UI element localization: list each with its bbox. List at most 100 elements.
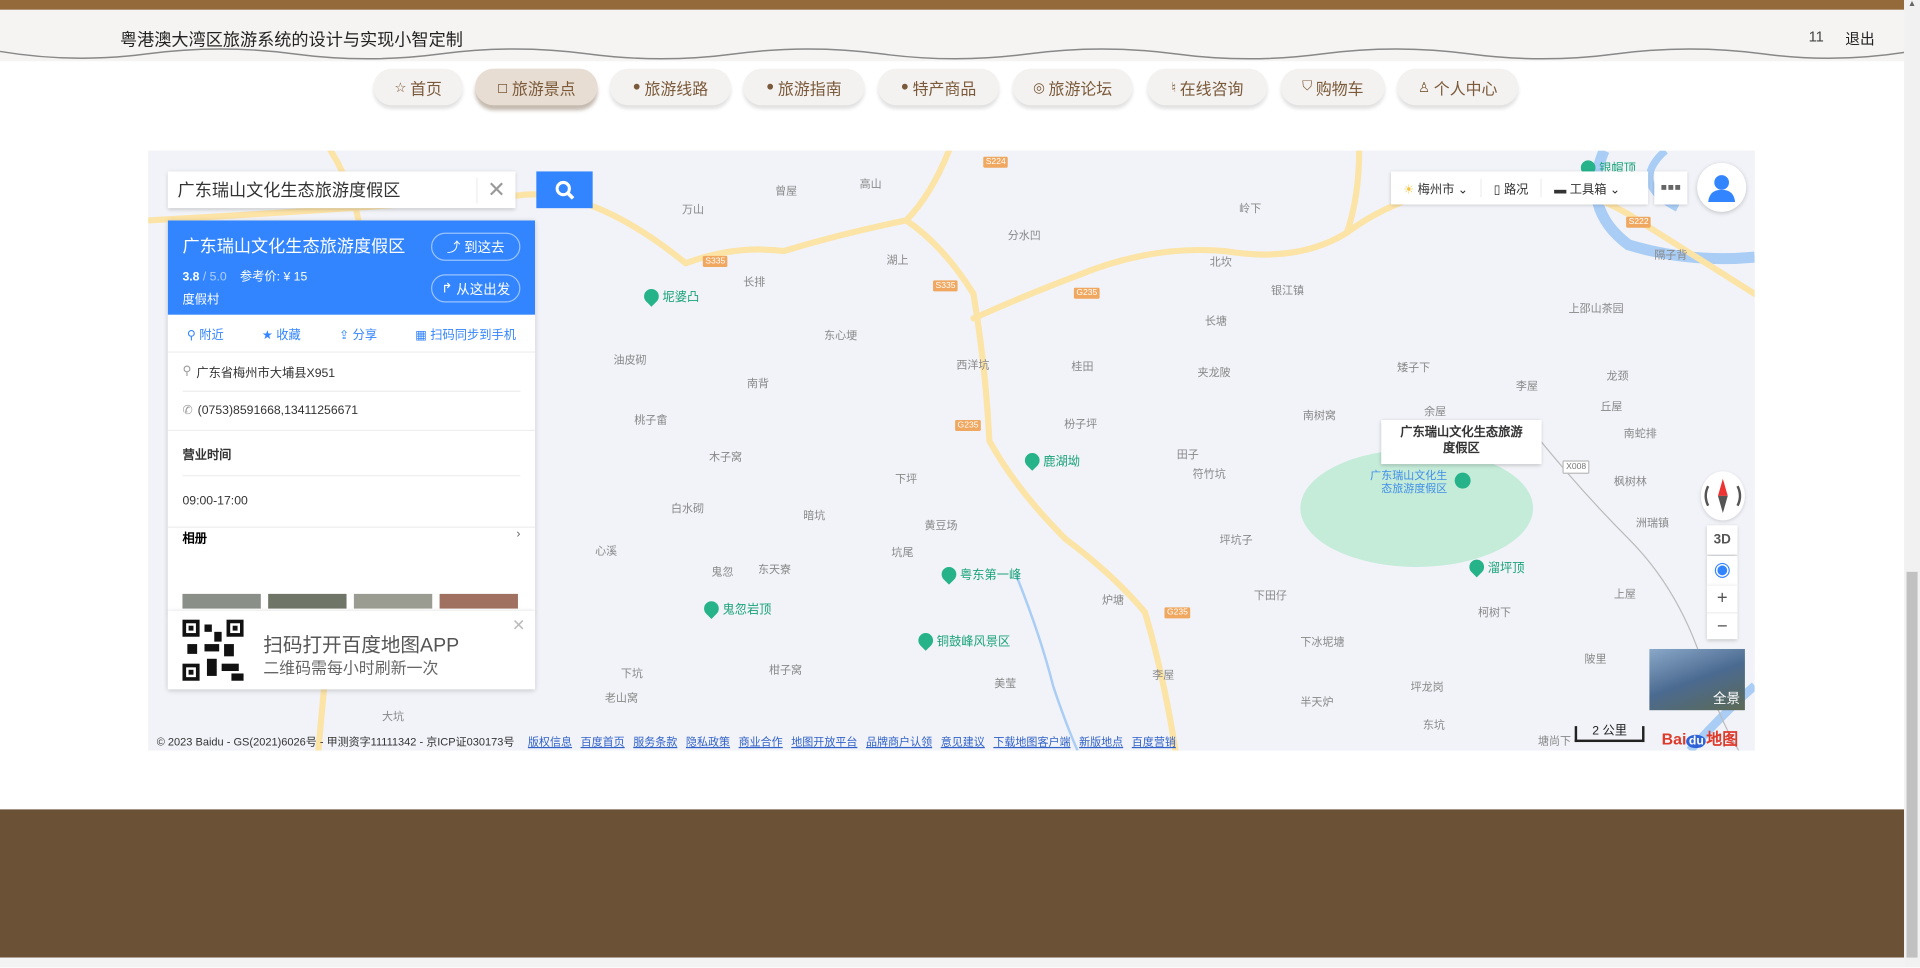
- nav-5[interactable]: ● 特产商品: [877, 68, 1000, 106]
- map-poi[interactable]: 铜鼓峰风景区: [915, 629, 1010, 651]
- logout-link[interactable]: 退出: [1845, 28, 1874, 49]
- map-place-label[interactable]: 曾屋: [775, 182, 797, 198]
- map-place-label[interactable]: 心溪: [595, 542, 617, 558]
- sync-phone-button[interactable]: ▦ 扫码同步到手机: [415, 324, 516, 342]
- map-place-label[interactable]: 老山窝: [605, 689, 638, 705]
- map-place-label[interactable]: 油皮砌: [613, 351, 646, 367]
- share-button[interactable]: ⇪ 分享: [339, 324, 377, 342]
- map-place-label[interactable]: 长排: [743, 273, 765, 289]
- nav-4[interactable]: ● 旅游指南: [743, 68, 865, 106]
- map-place-label[interactable]: 柯树下: [1478, 604, 1511, 620]
- username[interactable]: 11: [1809, 28, 1824, 45]
- zoom-out-button[interactable]: −: [1706, 612, 1738, 640]
- map-place-label[interactable]: 美莹: [994, 675, 1016, 691]
- nav-9[interactable]: ♙ 个人中心: [1397, 68, 1519, 106]
- map-place-label[interactable]: 分水凹: [1008, 227, 1041, 243]
- map-place-label[interactable]: 下冰坭塘: [1300, 633, 1344, 649]
- footer-link[interactable]: 品牌商户认领: [866, 733, 932, 749]
- map-place-label[interactable]: 白水砌: [671, 500, 704, 516]
- map-view[interactable]: 高山万山曾屋分水凹湖上长排北坎岭下银江镇长塘上邵山茶园小桃源寨上隔子背东心埂西洋…: [148, 150, 1755, 751]
- clear-search-icon[interactable]: ✕: [476, 176, 506, 203]
- map-place-label[interactable]: 黄豆场: [924, 517, 957, 533]
- map-place-label[interactable]: 柑子窝: [769, 661, 802, 677]
- panorama-thumbnail[interactable]: 全景: [1649, 648, 1745, 711]
- city-selector[interactable]: ☀ 梅州市 ⌄: [1391, 178, 1482, 198]
- map-place-label[interactable]: 银江镇: [1271, 282, 1304, 298]
- map-place-label[interactable]: 桃子畲: [634, 411, 667, 427]
- map-place-label[interactable]: 木子窝: [709, 448, 742, 464]
- footer-link[interactable]: 意见建议: [941, 733, 985, 749]
- start-here-button[interactable]: ↱ 从这出发: [431, 274, 521, 303]
- map-place-label[interactable]: 陂里: [1584, 650, 1606, 666]
- map-place-label[interactable]: 坪坑子: [1220, 531, 1253, 547]
- map-poi[interactable]: 粤东第一峰: [938, 563, 1021, 585]
- map-place-label[interactable]: 南蛇排: [1624, 425, 1657, 441]
- map-place-label[interactable]: 下田仔: [1254, 587, 1287, 603]
- traffic-button[interactable]: ▯ 路况: [1482, 178, 1542, 198]
- footer-link[interactable]: 百度营销: [1132, 733, 1176, 749]
- photo-thumb[interactable]: [353, 593, 433, 609]
- message-button[interactable]: ▪▪▪: [1654, 171, 1688, 205]
- zoom-in-button[interactable]: +: [1707, 585, 1738, 612]
- map-poi[interactable]: 鹿湖坳: [1021, 449, 1080, 471]
- close-qr-icon[interactable]: ✕: [512, 616, 525, 636]
- map-place-label[interactable]: 桂田: [1071, 358, 1093, 374]
- map-place-label[interactable]: 李屋: [1516, 377, 1538, 393]
- map-place-label[interactable]: 余屋: [1424, 403, 1446, 419]
- footer-link[interactable]: 版权信息: [528, 733, 572, 749]
- map-place-label[interactable]: 鬼忽: [711, 563, 733, 579]
- nav-1[interactable]: ☆ 首页: [373, 68, 463, 106]
- map-place-label[interactable]: 下坪: [895, 470, 917, 486]
- compass-control[interactable]: [1700, 471, 1745, 521]
- map-place-label[interactable]: 东心埂: [824, 327, 857, 343]
- map-place-label[interactable]: 西洋坑: [956, 356, 989, 372]
- map-place-label[interactable]: 岭下: [1239, 200, 1261, 216]
- footer-link[interactable]: 地图开放平台: [791, 733, 857, 749]
- map-place-label[interactable]: 半天炉: [1300, 693, 1333, 709]
- footer-link[interactable]: 下载地图客户端: [993, 733, 1070, 749]
- scrollbar-thumb[interactable]: [1906, 571, 1918, 958]
- map-place-label[interactable]: 南背: [747, 375, 769, 391]
- map-place-label[interactable]: 茶园: [1602, 300, 1624, 316]
- map-place-label[interactable]: 坪龙岗: [1411, 678, 1444, 694]
- map-poi[interactable]: 溜坪顶: [1466, 555, 1524, 577]
- map-search-button[interactable]: [536, 171, 593, 209]
- footer-link[interactable]: 服务条款: [633, 733, 677, 749]
- map-place-label[interactable]: 塘尚下: [1538, 732, 1571, 748]
- footer-link[interactable]: 商业合作: [739, 733, 783, 749]
- map-place-label[interactable]: 南树窝: [1303, 407, 1336, 423]
- map-place-label[interactable]: 炉塘: [1102, 591, 1124, 607]
- footer-link[interactable]: 新版地点: [1079, 733, 1123, 749]
- place-marker-label[interactable]: 广东瑞山文化生态旅游度假区: [1364, 469, 1447, 496]
- map-place-label[interactable]: 隔子背: [1654, 246, 1687, 262]
- go-here-button[interactable]: ⤴ 到这去: [431, 232, 521, 261]
- map-place-label[interactable]: 洲瑞镇: [1636, 514, 1669, 530]
- map-place-label[interactable]: 暗坑: [803, 507, 825, 523]
- photo-thumb[interactable]: [268, 593, 347, 609]
- nav-6[interactable]: ◎ 旅游论坛: [1012, 68, 1133, 106]
- user-avatar-button[interactable]: [1697, 162, 1747, 212]
- scroll-up-icon[interactable]: ▲: [1904, 0, 1920, 9]
- map-place-label[interactable]: 万山: [682, 201, 704, 217]
- map-place-label[interactable]: 矮子下: [1397, 359, 1430, 375]
- map-place-label[interactable]: 夹龙陂: [1198, 364, 1231, 380]
- map-place-label[interactable]: 枌子坪: [1064, 415, 1097, 431]
- photo-thumb[interactable]: [439, 593, 518, 609]
- map-place-label[interactable]: 田子: [1177, 446, 1199, 462]
- map-place-label[interactable]: 湖上: [887, 251, 909, 267]
- map-place-label[interactable]: 符竹坑: [1193, 465, 1226, 481]
- album-row[interactable]: 相册 ›: [167, 526, 536, 574]
- nav-2[interactable]: ◻ 旅游景点: [475, 68, 598, 106]
- nearby-button[interactable]: ⚲ 附近: [187, 324, 224, 342]
- locate-button[interactable]: ◉: [1706, 555, 1738, 586]
- map-place-label[interactable]: 丘屋: [1600, 398, 1622, 414]
- map-place-label[interactable]: 长塘: [1205, 312, 1227, 328]
- map-poi[interactable]: 鬼忽岩顶: [701, 597, 771, 619]
- map-place-label[interactable]: 下坑: [621, 665, 643, 681]
- map-search-input[interactable]: 广东瑞山文化生态旅游度假区 ✕: [167, 171, 516, 209]
- map-place-label[interactable]: 坑尾: [891, 544, 913, 560]
- nav-7[interactable]: ♮ 在线咨询: [1147, 68, 1268, 106]
- place-marker-icon[interactable]: [1454, 472, 1471, 489]
- map-place-label[interactable]: 高山: [860, 175, 882, 191]
- map-poi[interactable]: 坭婆凸: [641, 285, 699, 307]
